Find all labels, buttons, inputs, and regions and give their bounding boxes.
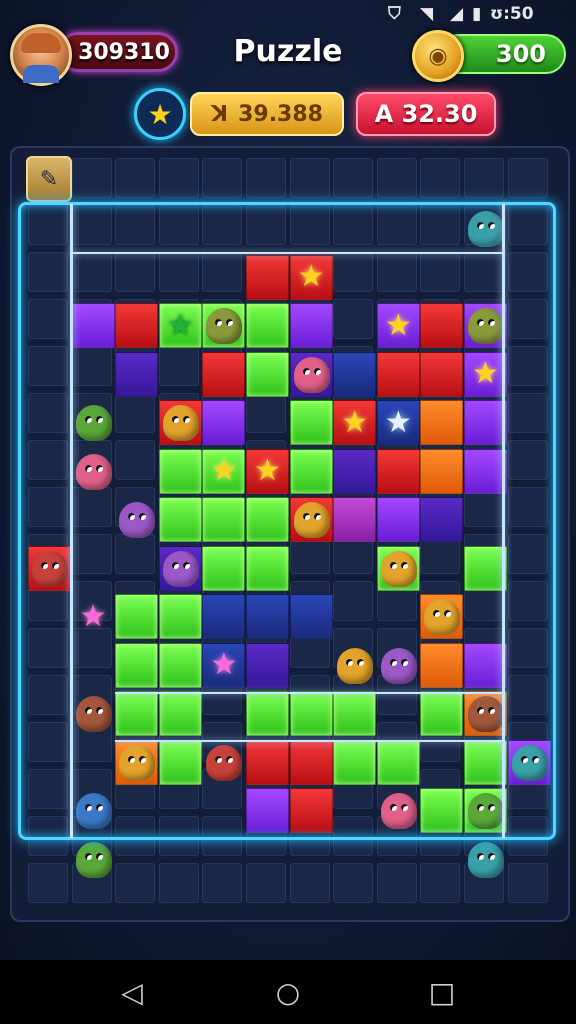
board-cell[interactable] xyxy=(71,158,112,198)
board-cell[interactable] xyxy=(202,863,243,903)
recent-apps-button[interactable]: □ xyxy=(422,972,462,1012)
back-icon: ◁ xyxy=(121,975,143,1009)
board-cell[interactable] xyxy=(289,158,330,198)
neon-line-left xyxy=(70,204,73,838)
coin-count: 300 xyxy=(495,40,546,68)
board-cell[interactable] xyxy=(333,158,374,198)
board-cell[interactable] xyxy=(333,863,374,903)
creature-piece[interactable] xyxy=(75,841,112,878)
neon-selection-frame xyxy=(18,202,556,840)
gold-stat-value: 39.388 xyxy=(238,101,323,127)
pencil-icon: ✎ xyxy=(39,166,59,192)
home-icon: ○ xyxy=(275,975,301,1009)
star-icon: ★ xyxy=(147,97,173,131)
board-cell[interactable] xyxy=(28,863,68,903)
board-cell[interactable] xyxy=(246,863,286,903)
home-button[interactable]: ○ xyxy=(268,972,308,1012)
board-cell[interactable] xyxy=(420,158,461,198)
board-cell[interactable] xyxy=(464,158,504,198)
board-cell[interactable] xyxy=(376,863,417,903)
neon-line-right xyxy=(502,204,505,838)
neon-line-lower xyxy=(115,692,505,694)
coin-icon: ◉ xyxy=(412,30,464,82)
gold-figure-icon: ꓘ xyxy=(211,101,229,127)
neon-line-bottom xyxy=(115,740,505,742)
recent-apps-icon: □ xyxy=(428,975,456,1009)
navigation-bar: ◁ ○ □ xyxy=(0,960,576,1024)
signal-icon: ◢ xyxy=(450,4,464,24)
battery-icon: ▮ xyxy=(472,4,482,24)
red-stat-pill: A 32.30 xyxy=(356,92,496,136)
status-time: ʊ:50 xyxy=(490,4,534,24)
board-cell[interactable] xyxy=(420,863,461,903)
neon-line-top xyxy=(70,252,504,254)
status-bar: ⛉ ◥ ◢ ▮ ʊ:50 xyxy=(0,0,576,28)
board-cell[interactable] xyxy=(289,863,330,903)
board-cell[interactable] xyxy=(507,863,548,903)
creature-piece[interactable] xyxy=(468,841,504,878)
board-cell[interactable] xyxy=(507,158,548,198)
red-stat-value: A 32.30 xyxy=(374,100,478,128)
board-cell[interactable] xyxy=(202,158,243,198)
vpn-icon: ⛉ xyxy=(388,4,401,24)
board-cell[interactable] xyxy=(158,863,199,903)
wifi-icon: ◥ xyxy=(420,4,434,24)
board-cell[interactable] xyxy=(115,158,156,198)
board-cell[interactable] xyxy=(246,158,286,198)
back-button[interactable]: ◁ xyxy=(112,972,152,1012)
tool-button[interactable]: ✎ xyxy=(26,156,72,202)
board-cell[interactable] xyxy=(376,158,417,198)
star-badge-button[interactable]: ★ xyxy=(134,88,186,140)
board-cell[interactable] xyxy=(115,863,156,903)
board-cell[interactable] xyxy=(158,158,199,198)
gold-stat-pill: ꓘ 39.388 xyxy=(190,92,344,136)
